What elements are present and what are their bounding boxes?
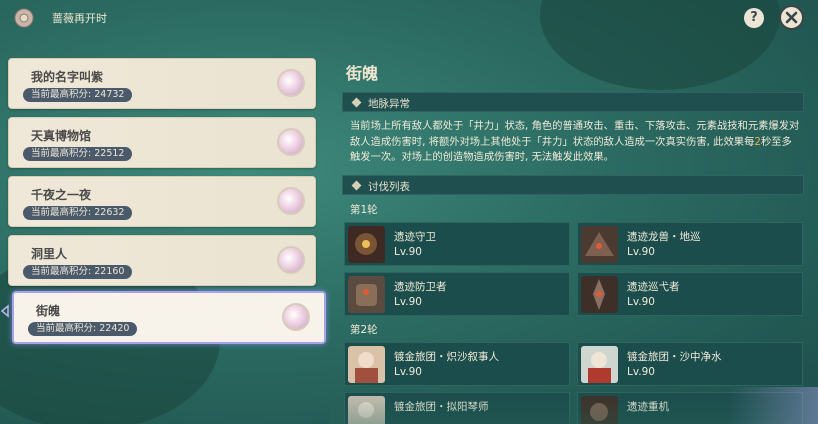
enemy-name: 遗迹巡弋者 <box>627 281 680 293</box>
enemy-level: Lv.90 <box>627 366 655 378</box>
score-value: 22160 <box>94 266 125 277</box>
diamond-icon <box>351 97 362 108</box>
stage-card-5-selected[interactable]: 街魄 当前最高积分: 22420 <box>12 291 326 344</box>
section-label: 地脉异常 <box>368 98 410 110</box>
enemy-name: 镀金旅团・炽沙叙事人 <box>394 351 499 363</box>
round-label: 第2轮 <box>350 324 378 336</box>
score-value: 22632 <box>94 207 125 218</box>
score-label: 当前最高积分: <box>31 207 92 218</box>
enemy-name: 遗迹龙兽・地巡 <box>627 231 701 243</box>
enemy-card[interactable]: 遗迹龙兽・地巡 Lv.90 <box>577 222 803 266</box>
stage-title: 街魄 <box>346 64 379 83</box>
ruin-heavy-portrait-icon <box>581 396 618 424</box>
ruin-cruiser-portrait-icon <box>581 276 618 313</box>
enemy-card[interactable]: 镀金旅团・沙中净水 Lv.90 <box>577 342 803 386</box>
eremite-enemy-portrait-icon <box>348 396 385 424</box>
score-badge: 当前最高积分: 22420 <box>28 322 138 336</box>
stage-orb-icon <box>277 69 305 97</box>
flower-gear-icon <box>14 8 34 28</box>
ley-line-description: 当前场上所有敌人都处于「井力」状态, 角色的普通攻击、重击、下落攻击、元素战技和… <box>350 119 802 166</box>
ruin-defender-portrait-icon <box>348 276 385 313</box>
enemy-list-section-header: 讨伐列表 <box>342 175 804 195</box>
stage-card-4[interactable]: 洞里人 当前最高积分: 22160 <box>8 235 316 286</box>
stage-name: 我的名字叫紫 <box>31 70 104 84</box>
score-label: 当前最高积分: <box>36 323 97 334</box>
enemy-card[interactable]: 遗迹防卫者 Lv.90 <box>344 272 570 316</box>
enemy-name: 镀金旅团・拟阳琴师 <box>394 401 489 413</box>
score-label: 当前最高积分: <box>31 266 92 277</box>
enemy-card[interactable]: 镀金旅团・拟阳琴师 <box>344 392 570 424</box>
stage-orb-icon <box>277 246 305 274</box>
enemy-level: Lv.90 <box>627 246 655 258</box>
stage-orb-icon <box>277 187 305 215</box>
score-value: 22420 <box>99 323 130 334</box>
help-button[interactable]: ? <box>744 8 764 28</box>
stage-name: 千夜之一夜 <box>31 188 92 202</box>
score-badge: 当前最高积分: 22632 <box>23 206 133 220</box>
section-label: 讨伐列表 <box>368 181 410 193</box>
stage-card-3[interactable]: 千夜之一夜 当前最高积分: 22632 <box>8 176 316 227</box>
round-label: 第1轮 <box>350 204 378 216</box>
question-icon: ? <box>750 10 758 25</box>
eremite-desert-clearwater-portrait-icon <box>581 346 618 383</box>
score-badge: 当前最高积分: 22512 <box>23 147 133 161</box>
score-value: 24732 <box>94 89 125 100</box>
score-label: 当前最高积分: <box>31 148 92 159</box>
stage-name: 洞里人 <box>31 247 68 261</box>
stage-name: 天真博物馆 <box>31 129 92 143</box>
close-button[interactable] <box>779 5 804 30</box>
ruin-guard-portrait-icon <box>348 226 385 263</box>
selection-indicator-icon <box>0 304 9 318</box>
score-badge: 当前最高积分: 24732 <box>23 88 133 102</box>
enemy-card[interactable]: 遗迹守卫 Lv.90 <box>344 222 570 266</box>
enemy-name: 镀金旅团・沙中净水 <box>627 351 722 363</box>
stage-name: 街魄 <box>36 304 61 318</box>
stage-orb-icon <box>282 303 310 331</box>
enemy-name: 遗迹守卫 <box>394 231 436 243</box>
score-value: 22512 <box>94 148 125 159</box>
close-icon <box>785 11 798 24</box>
description-text: 当前场上所有敌人都处于「井力」状态, 角色的普通攻击、重击、下落攻击、元素战技和… <box>350 120 800 148</box>
enemy-level: Lv.90 <box>627 296 655 308</box>
stage-card-2[interactable]: 天真博物馆 当前最高积分: 22512 <box>8 117 316 168</box>
enemy-card[interactable]: 遗迹巡弋者 Lv.90 <box>577 272 803 316</box>
enemy-level: Lv.90 <box>394 366 422 378</box>
stage-card-1[interactable]: 我的名字叫紫 当前最高积分: 24732 <box>8 58 316 109</box>
diamond-icon <box>351 180 362 191</box>
ley-line-section-header: 地脉异常 <box>342 92 804 112</box>
enemy-level: Lv.90 <box>394 296 422 308</box>
enemy-level: Lv.90 <box>394 246 422 258</box>
top-bar: 蔷薇再开时 ? <box>0 0 818 36</box>
score-label: 当前最高积分: <box>31 89 92 100</box>
enemy-name: 遗迹重机 <box>627 401 669 413</box>
eremite-sunfrost-portrait-icon <box>348 346 385 383</box>
corner-decoration <box>728 387 818 424</box>
event-title: 蔷薇再开时 <box>52 12 107 25</box>
score-badge: 当前最高积分: 22160 <box>23 265 133 279</box>
enemy-card[interactable]: 镀金旅团・炽沙叙事人 Lv.90 <box>344 342 570 386</box>
stage-orb-icon <box>277 128 305 156</box>
ruin-drake-portrait-icon <box>581 226 618 263</box>
enemy-name: 遗迹防卫者 <box>394 281 447 293</box>
